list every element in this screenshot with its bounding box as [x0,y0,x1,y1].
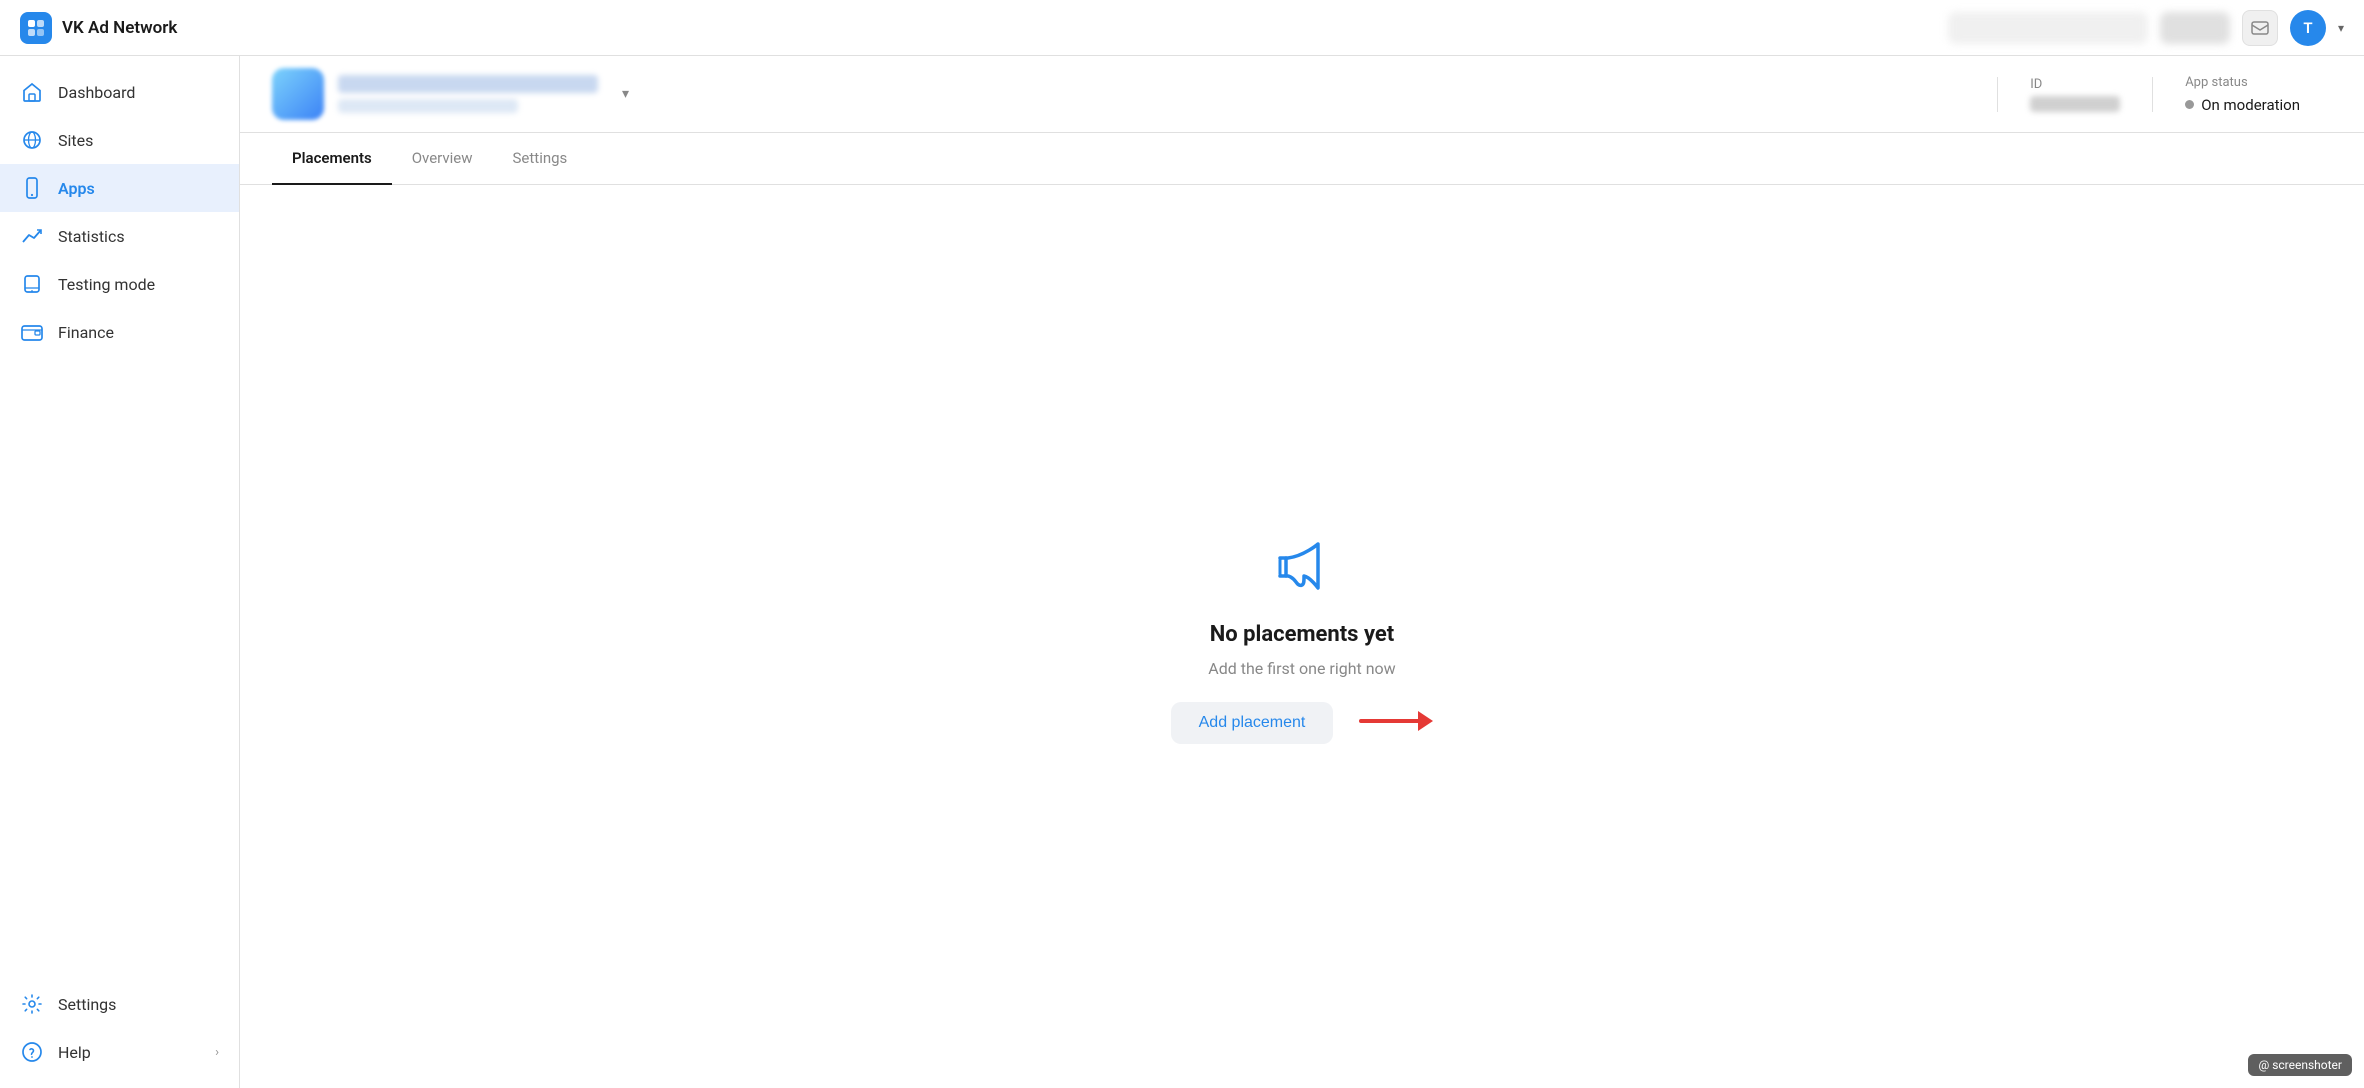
chart-icon [20,224,44,248]
app-info: ▾ [272,68,1997,120]
vk-logo-icon [20,12,52,44]
tab-placements[interactable]: Placements [272,133,392,185]
app-id-label: ID [2030,77,2120,92]
app-sub-blur [338,99,518,113]
sidebar-spacer [0,356,239,980]
main-content: ▾ ID App status On moderation Placements… [240,56,2364,1088]
sidebar-label-settings: Settings [58,995,116,1014]
arrow-wrapper: Add placement [1171,698,1434,744]
header-inbox-button[interactable] [2242,10,2278,46]
megaphone-icon [1266,530,1338,602]
sidebar-label-testing: Testing mode [58,275,155,294]
sidebar: Dashboard Sites Apps [0,56,240,1088]
empty-title: No placements yet [1210,622,1394,647]
home-icon [20,80,44,104]
help-chevron-icon: › [215,1045,219,1060]
globe-icon [20,128,44,152]
gear-icon [20,992,44,1016]
tab-overview[interactable]: Overview [392,133,493,185]
phone-icon [20,176,44,200]
empty-subtitle: Add the first one right now [1208,659,1395,678]
app-id-value [2030,96,2120,112]
app-status-value: On moderation [2185,96,2300,114]
app-status-section: App status On moderation [2153,75,2332,114]
header-right: T ▾ [1948,10,2344,46]
sidebar-item-dashboard[interactable]: Dashboard [0,68,239,116]
sidebar-label-finance: Finance [58,323,114,342]
app-name-block [338,75,598,113]
user-avatar[interactable]: T [2290,10,2326,46]
app-name-blur [338,75,598,93]
app-id-section: ID [1997,77,2153,112]
help-icon [20,1040,44,1064]
tab-settings[interactable]: Settings [493,133,588,185]
sidebar-item-testing[interactable]: Testing mode [0,260,239,308]
avatar-chevron-icon[interactable]: ▾ [2338,21,2344,35]
empty-state: No placements yet Add the first one righ… [1151,470,1454,804]
sidebar-label-dashboard: Dashboard [58,83,135,102]
sidebar-item-help[interactable]: Help › [0,1028,239,1076]
content-area: No placements yet Add the first one righ… [240,185,2364,1088]
sidebar-item-sites[interactable]: Sites [0,116,239,164]
app-title: VK Ad Network [62,18,177,38]
status-dot-icon [2185,100,2194,109]
sidebar-item-settings[interactable]: Settings [0,980,239,1028]
tabs-bar: Placements Overview Settings [240,133,2364,185]
sidebar-item-finance[interactable]: Finance [0,308,239,356]
screenshoter-badge: @ screenshoter [2248,1054,2352,1076]
app-header-bar: ▾ ID App status On moderation [240,56,2364,133]
header: VK Ad Network T ▾ [0,0,2364,56]
header-btn-blur [2160,12,2230,44]
header-search-blur [1948,12,2148,44]
sidebar-label-sites: Sites [58,131,93,150]
red-arrow-annotation [1353,703,1433,739]
sidebar-label-apps: Apps [58,179,95,198]
add-placement-button[interactable]: Add placement [1171,702,1334,744]
layout: Dashboard Sites Apps [0,56,2364,1088]
app-status-label: App status [2185,75,2300,90]
sidebar-item-apps[interactable]: Apps [0,164,239,212]
app-dropdown-arrow-icon[interactable]: ▾ [622,86,629,102]
sidebar-item-statistics[interactable]: Statistics [0,212,239,260]
sidebar-label-help: Help [58,1043,91,1062]
status-text: On moderation [2201,96,2300,114]
sidebar-label-statistics: Statistics [58,227,125,246]
app-icon [272,68,324,120]
wallet-icon [20,320,44,344]
header-left: VK Ad Network [20,12,177,44]
device-icon [20,272,44,296]
